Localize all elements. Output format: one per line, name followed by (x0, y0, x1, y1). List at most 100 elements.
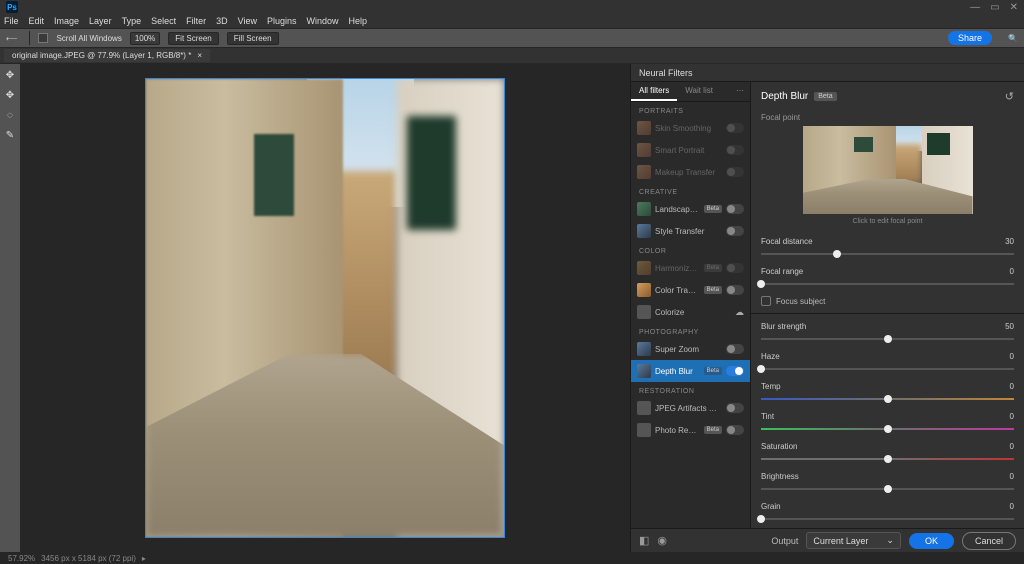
move-tool[interactable]: ✥ (3, 68, 17, 82)
filter-smart-portrait[interactable]: Smart Portrait (631, 139, 750, 161)
focus-subject-checkbox[interactable]: Focus subject (751, 293, 1024, 309)
output-label: Output (771, 536, 798, 546)
cat-photography: PHOTOGRAPHY (631, 323, 750, 338)
filters-list: All filters Wait list ⋯ PORTRAITS Skin S… (631, 82, 751, 528)
more-icon[interactable]: ⋯ (730, 82, 750, 101)
grain-value: 0 (1010, 502, 1014, 511)
tint-value: 0 (1010, 412, 1014, 421)
tab-all-filters[interactable]: All filters (631, 82, 677, 101)
tint-slider[interactable] (761, 424, 1014, 434)
blur-strength-value: 50 (1005, 322, 1014, 331)
saturation-value: 0 (1010, 442, 1014, 451)
filter-style-transfer[interactable]: Style Transfer (631, 220, 750, 242)
layer-compare-icon[interactable]: ◧ (639, 534, 649, 547)
focal-distance-slider[interactable] (761, 249, 1014, 259)
canvas-area[interactable] (20, 64, 630, 552)
saturation-label: Saturation (761, 442, 797, 451)
menu-file[interactable]: File (4, 16, 19, 26)
filter-title: Depth Blur (761, 91, 808, 102)
preview-caption: Click to edit focal point (751, 214, 1024, 233)
filter-skin-smoothing[interactable]: Skin Smoothing (631, 117, 750, 139)
document-canvas[interactable] (145, 78, 505, 538)
chevron-down-icon: ⌄ (886, 535, 894, 546)
scroll-all-checkbox[interactable] (38, 33, 48, 43)
close-icon[interactable]: × (197, 51, 202, 60)
menu-view[interactable]: View (238, 16, 257, 26)
search-icon[interactable]: 🔍 (1008, 34, 1018, 43)
menubar: File Edit Image Layer Type Select Filter… (0, 14, 1024, 28)
filter-colorize[interactable]: Colorize☁ (631, 301, 750, 323)
fill-screen-button[interactable]: Fill Screen (227, 32, 279, 45)
status-zoom[interactable]: 57.92% (8, 554, 35, 563)
filter-super-zoom[interactable]: Super Zoom (631, 338, 750, 360)
grain-label: Grain (761, 502, 781, 511)
focal-point-preview[interactable] (803, 126, 973, 214)
brush-tool[interactable]: ✎ (3, 128, 17, 142)
photographer-icon[interactable]: ◉ (657, 534, 667, 547)
ok-button[interactable]: OK (909, 533, 954, 549)
filter-makeup-transfer[interactable]: Makeup Transfer (631, 161, 750, 183)
output-dropdown[interactable]: Current Layer⌄ (806, 532, 901, 549)
filter-jpeg-artifacts[interactable]: JPEG Artifacts Removal (631, 397, 750, 419)
menu-edit[interactable]: Edit (29, 16, 45, 26)
haze-slider[interactable] (761, 364, 1014, 374)
saturation-slider[interactable] (761, 454, 1014, 464)
menu-plugins[interactable]: Plugins (267, 16, 297, 26)
app-logo: Ps (6, 1, 18, 13)
window-minimize[interactable]: — (970, 2, 980, 13)
cancel-button[interactable]: Cancel (962, 532, 1016, 550)
haze-label: Haze (761, 352, 780, 361)
cat-portraits: PORTRAITS (631, 102, 750, 117)
filter-depth-blur[interactable]: Depth BlurBeta (631, 360, 750, 382)
cat-restoration: RESTORATION (631, 382, 750, 397)
menu-layer[interactable]: Layer (89, 16, 112, 26)
menu-window[interactable]: Window (307, 16, 339, 26)
menu-image[interactable]: Image (54, 16, 79, 26)
focal-range-slider[interactable] (761, 279, 1014, 289)
panel-footer: ◧ ◉ Output Current Layer⌄ OK Cancel (631, 528, 1024, 552)
chevron-right-icon[interactable]: ▸ (142, 554, 146, 563)
home-icon[interactable]: ⟵ (6, 34, 17, 43)
filter-photo-restoration[interactable]: Photo RestorationBeta (631, 419, 750, 441)
filter-harmonization[interactable]: HarmonizationBeta (631, 257, 750, 279)
panel-header: Neural Filters (631, 64, 1024, 82)
filter-landscape-mixer[interactable]: Landscape MixerBeta (631, 198, 750, 220)
cat-color: COLOR (631, 242, 750, 257)
brightness-value: 0 (1010, 472, 1014, 481)
blur-strength-label: Blur strength (761, 322, 806, 331)
temp-slider[interactable] (761, 394, 1014, 404)
brightness-label: Brightness (761, 472, 799, 481)
blur-strength-slider[interactable] (761, 334, 1014, 344)
fit-screen-button[interactable]: Fit Screen (168, 32, 218, 45)
menu-3d[interactable]: 3D (216, 16, 228, 26)
share-button[interactable]: Share (948, 31, 992, 45)
window-close[interactable]: ✕ (1010, 2, 1018, 13)
menu-select[interactable]: Select (151, 16, 176, 26)
titlebar: Ps — ▭ ✕ (0, 0, 1024, 14)
cat-creative: CREATIVE (631, 183, 750, 198)
document-tab[interactable]: original image.JPEG @ 77.9% (Layer 1, RG… (4, 49, 210, 62)
menu-type[interactable]: Type (122, 16, 142, 26)
window-maximize[interactable]: ▭ (990, 2, 999, 13)
tint-label: Tint (761, 412, 774, 421)
focal-distance-label: Focal distance (761, 237, 813, 246)
status-docinfo[interactable]: 3456 px x 5184 px (72 ppi) (41, 554, 136, 563)
status-bar: 57.92% 3456 px x 5184 px (72 ppi) ▸ (0, 552, 1024, 564)
haze-value: 0 (1010, 352, 1014, 361)
temp-value: 0 (1010, 382, 1014, 391)
brightness-slider[interactable] (761, 484, 1014, 494)
focus-subject-label: Focus subject (776, 297, 825, 306)
hand-tool[interactable]: ✥ (3, 88, 17, 102)
filter-color-transfer[interactable]: Color TransferBeta (631, 279, 750, 301)
zoom-tool[interactable]: ◌ (3, 108, 17, 122)
filter-settings: Depth Blur Beta ↺ Focal point Click to e… (751, 82, 1024, 528)
focal-range-label: Focal range (761, 267, 803, 276)
focal-range-value: 0 (1010, 267, 1014, 276)
tab-wait-list[interactable]: Wait list (677, 82, 721, 101)
zoom-dropdown[interactable]: 100% (130, 32, 160, 45)
menu-help[interactable]: Help (349, 16, 368, 26)
reset-icon[interactable]: ↺ (1005, 90, 1014, 103)
menu-filter[interactable]: Filter (186, 16, 206, 26)
grain-slider[interactable] (761, 514, 1014, 524)
temp-label: Temp (761, 382, 781, 391)
